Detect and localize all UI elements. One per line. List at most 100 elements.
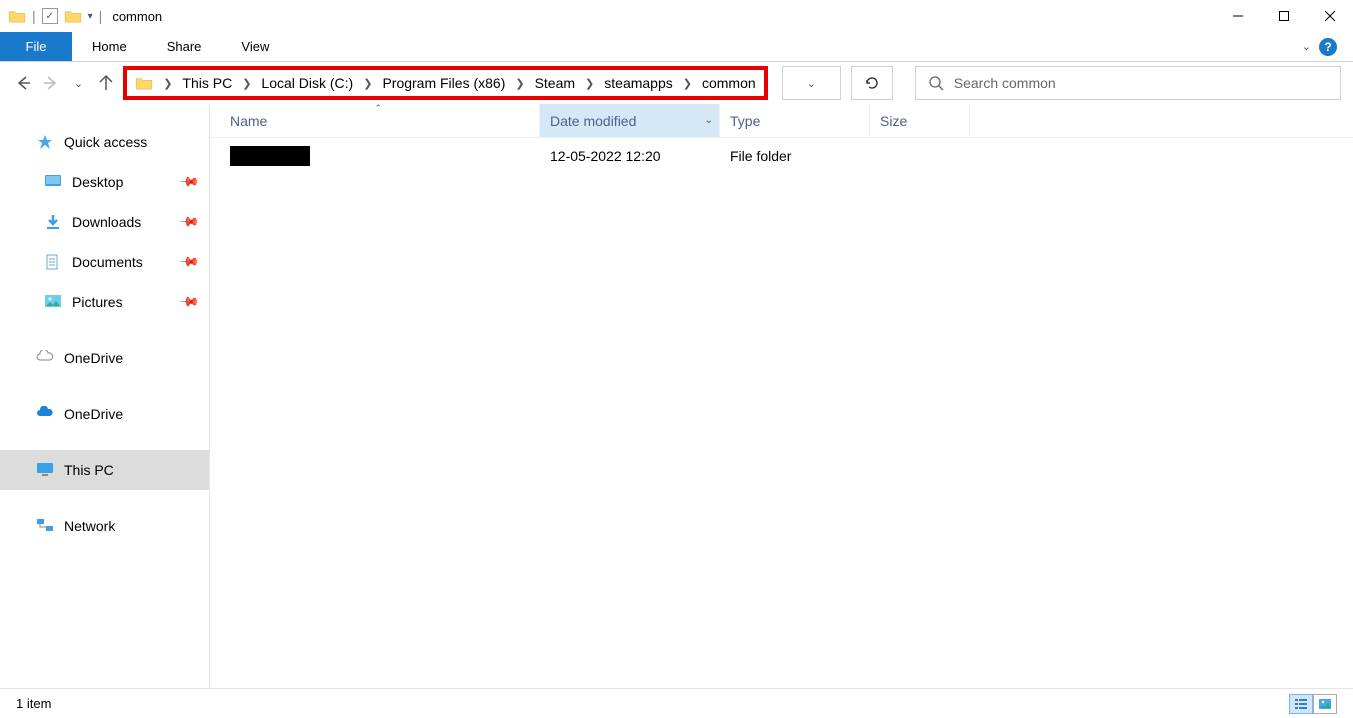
- close-button[interactable]: [1307, 0, 1353, 32]
- cell-type: File folder: [720, 148, 870, 164]
- ribbon-tab-share[interactable]: Share: [147, 32, 222, 61]
- sidebar-this-pc[interactable]: This PC: [0, 450, 209, 490]
- main-area: Quick access Desktop 📌 Downloads 📌 Docum…: [0, 104, 1353, 688]
- sidebar-quick-access[interactable]: Quick access: [0, 122, 209, 162]
- sidebar-label: Desktop: [72, 174, 123, 190]
- status-bar: 1 item: [0, 688, 1353, 718]
- title-bar: | ▾ | common: [0, 0, 1353, 32]
- sidebar-label: Documents: [72, 254, 143, 270]
- file-row[interactable]: 12-05-2022 12:20 File folder: [210, 138, 1353, 174]
- chevron-right-icon[interactable]: ❯: [363, 77, 372, 90]
- sidebar-desktop[interactable]: Desktop 📌: [0, 162, 209, 202]
- folder-icon: [135, 76, 153, 90]
- sidebar-network[interactable]: Network: [0, 506, 209, 546]
- crumb-this-pc[interactable]: This PC: [182, 75, 232, 91]
- column-header-name[interactable]: Name ⌃: [210, 104, 540, 137]
- sort-ascending-icon: ⌃: [375, 103, 383, 114]
- chevron-right-icon[interactable]: ❯: [163, 77, 172, 90]
- search-icon: [928, 75, 944, 91]
- file-tab[interactable]: File: [0, 32, 72, 61]
- navigation-pane: Quick access Desktop 📌 Downloads 📌 Docum…: [0, 104, 210, 688]
- sidebar-label: OneDrive: [64, 350, 123, 366]
- content-area: Name ⌃ Date modified ⌄ Type Size 12-05-2…: [210, 104, 1353, 688]
- this-pc-icon: [36, 462, 54, 478]
- large-icons-view-button[interactable]: [1313, 694, 1337, 714]
- ribbon-tab-home[interactable]: Home: [72, 32, 147, 61]
- pin-icon: 📌: [178, 251, 201, 274]
- column-label: Name: [230, 113, 267, 129]
- chevron-right-icon[interactable]: ❯: [683, 77, 692, 90]
- column-headers: Name ⌃ Date modified ⌄ Type Size: [210, 104, 1353, 138]
- documents-icon: [44, 254, 62, 270]
- window-title: common: [112, 9, 162, 24]
- address-dropdown-button[interactable]: ⌄: [782, 66, 841, 100]
- sidebar-documents[interactable]: Documents 📌: [0, 242, 209, 282]
- crumb-steamapps[interactable]: steamapps: [604, 75, 672, 91]
- onedrive-icon: [36, 350, 54, 366]
- chevron-right-icon[interactable]: ❯: [515, 77, 524, 90]
- column-label: Date modified: [550, 113, 636, 129]
- cell-name: [210, 146, 540, 166]
- sidebar-label: Pictures: [72, 294, 123, 310]
- history-dropdown[interactable]: ⌄: [68, 77, 90, 90]
- properties-icon[interactable]: [42, 8, 58, 24]
- search-box[interactable]: [915, 66, 1341, 100]
- sidebar-onedrive-2[interactable]: OneDrive: [0, 394, 209, 434]
- pictures-icon: [44, 294, 62, 310]
- window-controls: [1215, 0, 1353, 32]
- help-icon[interactable]: ?: [1319, 38, 1337, 56]
- address-bar[interactable]: ❯ This PC ❯ Local Disk (C:) ❯ Program Fi…: [123, 66, 767, 100]
- forward-button[interactable]: [40, 74, 62, 92]
- downloads-icon: [44, 214, 62, 230]
- column-header-size[interactable]: Size: [870, 104, 970, 137]
- minimize-button[interactable]: [1215, 0, 1261, 32]
- ribbon-expand-icon[interactable]: ⌄: [1302, 40, 1311, 53]
- navigation-row: ⌄ ❯ This PC ❯ Local Disk (C:) ❯ Program …: [0, 62, 1353, 104]
- sidebar-onedrive-1[interactable]: OneDrive: [0, 338, 209, 378]
- folder-icon: [64, 9, 82, 23]
- ribbon: File Home Share View ⌄ ?: [0, 32, 1353, 62]
- sidebar-label: Downloads: [72, 214, 141, 230]
- sidebar-label: Quick access: [64, 134, 147, 150]
- chevron-down-icon[interactable]: ⌄: [705, 115, 713, 126]
- pin-icon: 📌: [178, 171, 201, 194]
- crumb-common[interactable]: common: [702, 75, 756, 91]
- sidebar-label: This PC: [64, 462, 114, 478]
- redacted-name: [230, 146, 310, 166]
- network-icon: [36, 518, 54, 534]
- back-button[interactable]: [12, 74, 34, 92]
- chevron-right-icon[interactable]: ❯: [242, 77, 251, 90]
- qat-dropdown-icon[interactable]: ▾: [88, 11, 93, 22]
- separator: |: [99, 8, 103, 24]
- column-label: Type: [730, 113, 760, 129]
- crumb-local-disk[interactable]: Local Disk (C:): [261, 75, 353, 91]
- crumb-steam[interactable]: Steam: [535, 75, 575, 91]
- quick-access-icon: [36, 134, 54, 150]
- folder-icon: [8, 9, 26, 23]
- view-switch: [1289, 694, 1337, 714]
- refresh-button[interactable]: [851, 66, 893, 100]
- sidebar-downloads[interactable]: Downloads 📌: [0, 202, 209, 242]
- sidebar-label: Network: [64, 518, 115, 534]
- pin-icon: 📌: [178, 211, 201, 234]
- pin-icon: 📌: [178, 291, 201, 314]
- search-input[interactable]: [954, 75, 1328, 91]
- sidebar-pictures[interactable]: Pictures 📌: [0, 282, 209, 322]
- details-view-button[interactable]: [1289, 694, 1313, 714]
- ribbon-tab-view[interactable]: View: [221, 32, 289, 61]
- column-label: Size: [880, 113, 907, 129]
- up-button[interactable]: [95, 74, 117, 92]
- column-header-date-modified[interactable]: Date modified ⌄: [540, 104, 720, 137]
- separator: |: [32, 8, 36, 24]
- item-count: 1 item: [16, 696, 51, 711]
- crumb-program-files[interactable]: Program Files (x86): [382, 75, 505, 91]
- sidebar-label: OneDrive: [64, 406, 123, 422]
- maximize-button[interactable]: [1261, 0, 1307, 32]
- cell-date-modified: 12-05-2022 12:20: [540, 148, 720, 164]
- title-bar-left: | ▾ | common: [0, 8, 162, 24]
- desktop-icon: [44, 174, 62, 190]
- chevron-right-icon[interactable]: ❯: [585, 77, 594, 90]
- onedrive-icon: [36, 406, 54, 422]
- column-header-type[interactable]: Type: [720, 104, 870, 137]
- ribbon-right: ⌄ ?: [1302, 32, 1353, 61]
